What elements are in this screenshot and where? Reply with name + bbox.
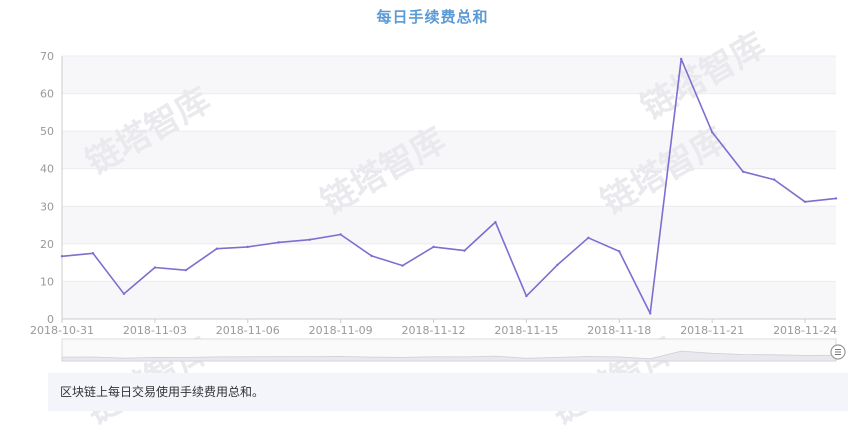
y-tick-label: 20 (40, 238, 54, 251)
data-point (649, 312, 652, 315)
x-tick-label: 2018-11-21 (680, 324, 744, 337)
data-point (339, 233, 342, 236)
plot-band (62, 206, 836, 244)
data-point (153, 266, 157, 269)
x-tick-label: 2018-11-18 (587, 324, 651, 337)
data-point (556, 263, 559, 267)
plot-band (62, 281, 836, 319)
data-point (370, 254, 373, 258)
data-point (60, 255, 64, 258)
y-tick-label: 60 (40, 88, 54, 101)
data-point (618, 250, 621, 253)
x-tick-label: 2018-11-03 (123, 324, 187, 337)
y-tick-label: 50 (40, 125, 54, 138)
data-point (834, 197, 838, 200)
data-point (803, 200, 807, 203)
data-point (710, 131, 714, 134)
data-point (741, 170, 745, 173)
data-point (246, 245, 249, 249)
data-point (463, 249, 466, 252)
y-tick-label: 30 (40, 200, 54, 213)
y-axis: 010203040506070 (40, 50, 63, 326)
y-tick-label: 10 (40, 275, 54, 288)
x-tick-label: 2018-11-06 (216, 324, 280, 337)
data-point (680, 57, 683, 61)
data-point (494, 220, 497, 224)
data-point (525, 294, 528, 298)
data-point (215, 247, 218, 250)
y-tick-label: 70 (40, 50, 54, 63)
x-tick-label: 2018-11-24 (773, 324, 837, 337)
chart-svg: 链塔智库链塔智库链塔智库链塔智库链塔智库链塔智库 010203040506070… (30, 25, 846, 433)
y-tick-label: 40 (40, 163, 54, 176)
data-point (91, 252, 95, 255)
data-point (277, 241, 280, 244)
data-point (772, 178, 776, 181)
data-point (184, 268, 188, 272)
x-tick-label: 2018-11-15 (494, 324, 558, 337)
data-point (401, 264, 404, 267)
x-tick-label: 2018-10-31 (30, 324, 94, 337)
chart-description: 区块链上每日交易使用手续费用总和。 (48, 373, 848, 411)
plot-band (62, 168, 836, 207)
x-axis: 2018-10-31 2018-11-03 2018-11-06 2018-11-09… (30, 318, 837, 337)
data-point (432, 245, 435, 249)
x-tick-label: 2018-11-12 (402, 324, 466, 337)
data-zoom-slider[interactable] (61, 338, 846, 362)
data-point (587, 236, 590, 240)
x-tick-label: 2018-11-09 (309, 324, 373, 337)
data-point (122, 292, 126, 296)
data-point (308, 238, 311, 241)
